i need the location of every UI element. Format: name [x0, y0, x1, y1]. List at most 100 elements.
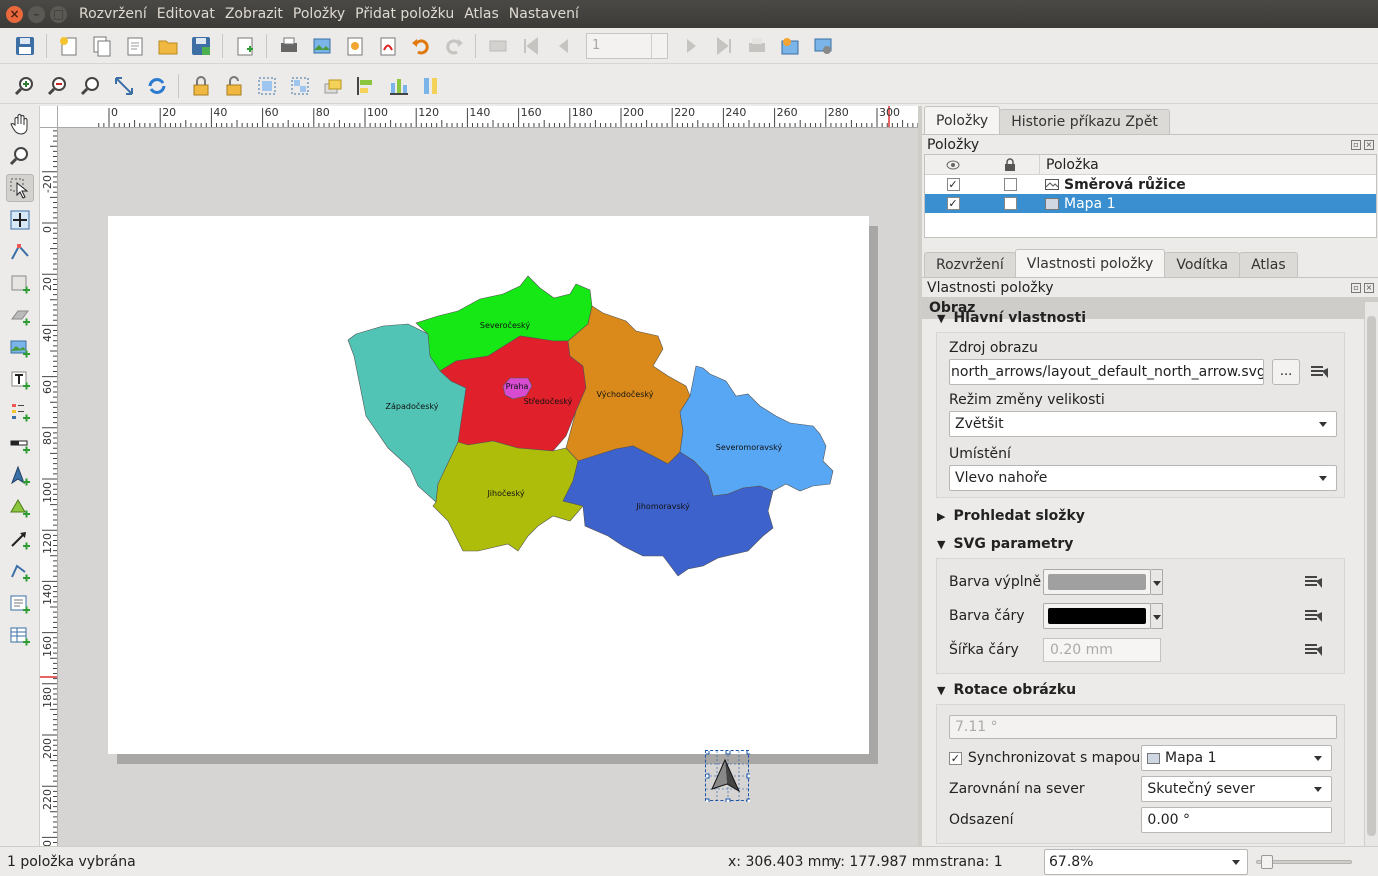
search-dirs-header[interactable]: ▶ Prohledat složky [922, 502, 1362, 530]
resize-mode-select[interactable]: Zvětšit [949, 411, 1337, 437]
tab-vlastnosti[interactable]: Vlastnosti položky [1014, 249, 1166, 277]
menu-nastaveni[interactable]: Nastavení [509, 6, 579, 22]
align-items-icon[interactable] [353, 73, 379, 99]
ungroup-items-icon[interactable] [287, 73, 313, 99]
first-feature-icon[interactable] [518, 33, 544, 59]
menu-zobrazit[interactable]: Zobrazit [225, 6, 283, 22]
menu-editovat[interactable]: Editovat [157, 6, 215, 22]
layout-manager-icon[interactable] [122, 33, 148, 59]
tab-rozvrzeni[interactable]: Rozvržení [924, 252, 1016, 277]
float-icon[interactable]: ▫ [1351, 282, 1361, 293]
save-icon[interactable] [12, 33, 38, 59]
lock-checkbox[interactable] [1003, 197, 1017, 210]
export-svg-icon[interactable] [342, 33, 368, 59]
north-alignment-select[interactable]: Skutečný sever [1141, 776, 1332, 802]
layout-canvas[interactable]: Severočeský Praha Středočeský Východočes… [58, 128, 918, 846]
table-row[interactable]: ✓ Mapa 1 [925, 194, 1376, 213]
visible-checkbox[interactable]: ✓ [946, 197, 960, 210]
sync-map-checkbox[interactable]: ✓ [949, 751, 962, 765]
stroke-color-button[interactable] [1043, 603, 1151, 629]
data-defined-icon[interactable] [1302, 606, 1326, 626]
properties-scrollbar[interactable] [1364, 302, 1378, 846]
export-image-icon[interactable] [309, 33, 335, 59]
previous-feature-icon[interactable] [551, 33, 577, 59]
add-picture-icon[interactable] [6, 334, 34, 362]
placement-select[interactable]: Vlevo nahoře [949, 465, 1337, 491]
select-move-icon[interactable] [6, 174, 34, 202]
unlock-items-icon[interactable] [221, 73, 247, 99]
save-template-icon[interactable] [188, 33, 214, 59]
tab-historie[interactable]: Historie příkazu Zpět [999, 109, 1170, 134]
zoom-actual-icon[interactable] [78, 73, 104, 99]
add-3d-map-icon[interactable] [6, 302, 34, 330]
undo-icon[interactable] [408, 33, 434, 59]
map-item[interactable]: Severočeský Praha Středočeský Východočes… [108, 216, 869, 754]
menu-polozky[interactable]: Položky [293, 6, 345, 22]
image-source-input[interactable]: north_arrows/layout_default_north_arrow.… [949, 359, 1265, 385]
new-layout-icon[interactable] [56, 33, 82, 59]
browse-button[interactable]: ... [1272, 359, 1301, 385]
tab-polozky[interactable]: Položky [924, 106, 1001, 134]
rotation-header[interactable]: ▼ Rotace obrázku [922, 676, 1362, 704]
data-defined-icon[interactable] [1308, 362, 1332, 382]
zoom-slider[interactable] [1256, 855, 1352, 869]
duplicate-layout-icon[interactable] [89, 33, 115, 59]
pan-icon[interactable] [6, 110, 34, 138]
raise-items-icon[interactable] [320, 73, 346, 99]
rotation-angle-spinbox[interactable]: 7.11 ° [949, 715, 1337, 739]
add-map-icon[interactable] [6, 270, 34, 298]
export-pdf-icon[interactable] [375, 33, 401, 59]
data-defined-icon[interactable] [1302, 572, 1326, 592]
add-arrow-icon[interactable] [6, 526, 34, 554]
refresh-icon[interactable] [144, 73, 170, 99]
tab-voditka[interactable]: Vodítka [1164, 252, 1241, 277]
close-window-button[interactable]: × [6, 5, 23, 23]
fill-color-button[interactable] [1043, 569, 1151, 595]
lock-items-icon[interactable] [188, 73, 214, 99]
add-shape-icon[interactable] [6, 494, 34, 522]
zoom-select[interactable]: 67.8% [1044, 849, 1248, 875]
visible-checkbox[interactable]: ✓ [946, 178, 960, 191]
add-html-icon[interactable] [6, 590, 34, 618]
fill-color-dropdown[interactable] [1151, 569, 1163, 595]
float-icon[interactable]: ▫ [1351, 139, 1361, 150]
print-atlas-icon[interactable] [744, 33, 770, 59]
distribute-items-icon[interactable] [386, 73, 412, 99]
add-scalebar-icon[interactable] [6, 430, 34, 458]
data-defined-icon[interactable] [1302, 640, 1326, 660]
offset-spinbox[interactable]: 0.00 ° [1141, 807, 1332, 833]
sync-map-select[interactable]: Mapa 1 [1141, 745, 1332, 771]
stroke-color-dropdown[interactable] [1151, 603, 1163, 629]
atlas-page-input[interactable]: 1 [586, 32, 668, 59]
add-label-icon[interactable] [6, 366, 34, 394]
menu-pridat-polozku[interactable]: Přidat položku [355, 6, 454, 22]
zoom-in-icon[interactable] [12, 73, 38, 99]
zoom-tool-icon[interactable] [6, 142, 34, 170]
north-arrow-item[interactable] [704, 749, 752, 804]
next-feature-icon[interactable] [678, 33, 704, 59]
table-row[interactable]: ✓ Směrová růžice [925, 175, 1376, 194]
maximize-window-button[interactable]: □ [50, 5, 67, 23]
print-icon[interactable] [276, 33, 302, 59]
add-north-arrow-icon[interactable] [6, 462, 34, 490]
group-items-icon[interactable] [254, 73, 280, 99]
close-icon[interactable]: × [1364, 282, 1374, 293]
add-attribute-table-icon[interactable] [6, 622, 34, 650]
close-icon[interactable]: × [1364, 139, 1374, 150]
main-properties-header[interactable]: ▼ Hlavní vlastnosti [922, 304, 1362, 332]
redo-icon[interactable] [441, 33, 467, 59]
zoom-out-icon[interactable] [45, 73, 71, 99]
lock-checkbox[interactable] [1003, 178, 1017, 191]
menu-atlas[interactable]: Atlas [464, 6, 499, 22]
add-pages-icon[interactable] [232, 33, 258, 59]
add-node-item-icon[interactable] [6, 558, 34, 586]
minimize-window-button[interactable]: – [28, 5, 45, 23]
move-content-icon[interactable] [6, 206, 34, 234]
tab-atlas[interactable]: Atlas [1239, 252, 1298, 277]
open-folder-icon[interactable] [155, 33, 181, 59]
last-feature-icon[interactable] [711, 33, 737, 59]
export-atlas-icon[interactable] [777, 33, 803, 59]
menu-rozvrzeni[interactable]: Rozvržení [79, 6, 147, 22]
zoom-full-icon[interactable] [111, 73, 137, 99]
svg-params-header[interactable]: ▼ SVG parametry [922, 530, 1362, 558]
